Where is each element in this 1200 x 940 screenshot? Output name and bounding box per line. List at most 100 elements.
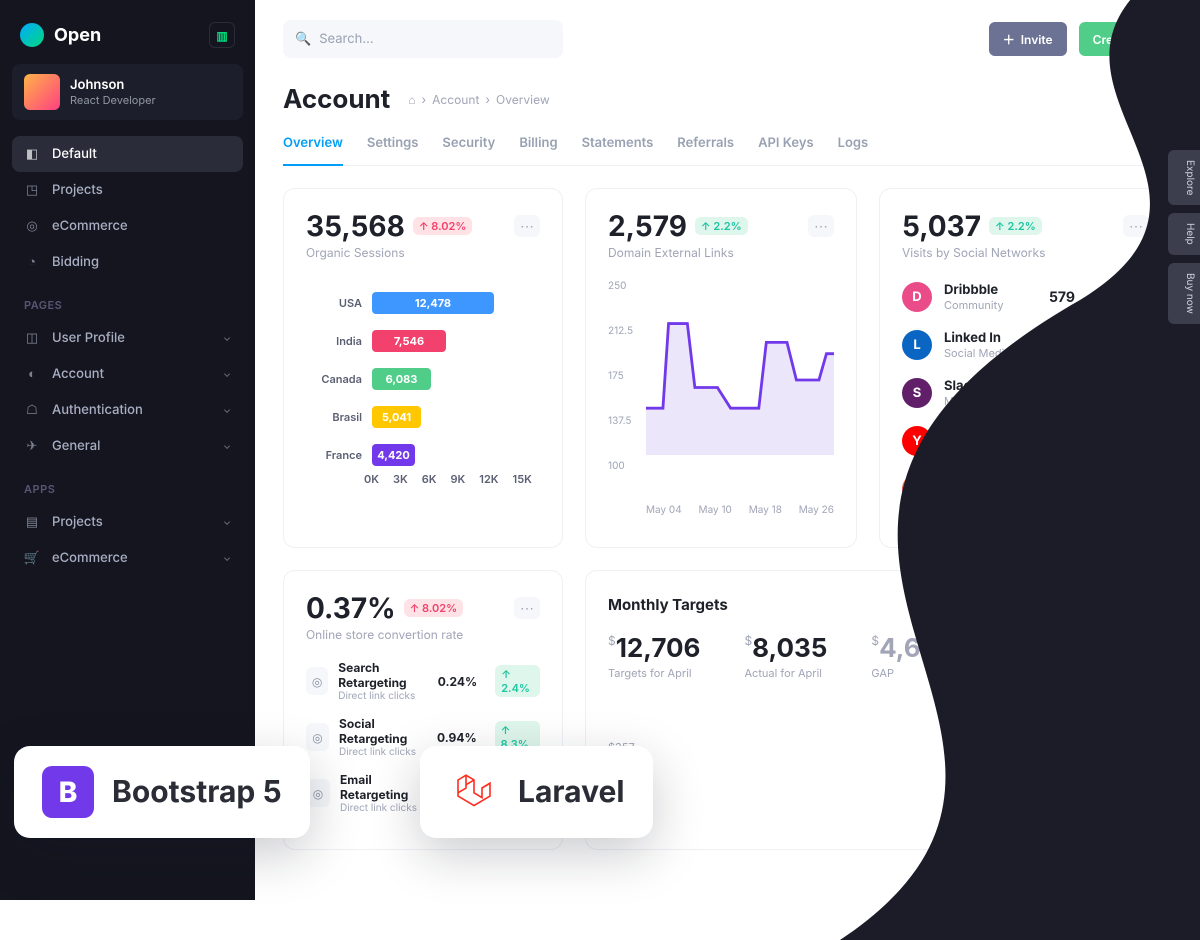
bar-row: India7,546 [306,330,540,352]
date-range-label: 18 Jan 2023 - 16 Feb 2023 [980,597,1119,611]
product-card-bootstrap: B Bootstrap 5 [14,746,310,838]
tab-overview[interactable]: Overview [283,125,343,165]
axis-tick: 3K [393,472,408,486]
tab-referrals[interactable]: Referrals [677,125,734,165]
kpi-delta: ↑ 4.5% [960,644,1013,662]
kpi-value: 4,684 [879,633,955,664]
plus-icon: ＋ [1003,31,1015,48]
date-range-picker[interactable]: 18 Jan 2023 - 16 Feb 2023 🗓 [970,591,1149,617]
card-menu-button[interactable]: ⋯ [514,597,540,619]
calendar-icon: 🗓 [1125,597,1139,611]
brand-widget-icon[interactable]: ▥ [209,22,235,48]
social-icon: Y [902,426,932,456]
rail-explore[interactable]: Explore [1168,150,1200,205]
retarget-icon: ◎ [306,667,328,695]
tab-api-keys[interactable]: API Keys [758,125,814,165]
brand-logo-icon [20,23,44,47]
social-row: DDribbbleCommunity579↑ 2.6% [902,282,1149,312]
axis-tick: 9K [451,472,466,486]
sidebar-item-default[interactable]: ◧ Default [12,136,243,172]
social-row: IInstagramSocial Network1,458↑ 8.3% [902,474,1149,504]
social-row: SSlackMessanger794↑ 0.2% [902,378,1149,408]
kpi: $4,684 ↑ 4.5%GAP [871,633,1012,680]
sidebar-item-general[interactable]: ✈ General ⌄ [12,428,243,464]
tab-logs[interactable]: Logs [838,125,869,165]
bar: 6,083 [372,368,431,390]
create-app-button[interactable]: Create App [1079,22,1172,56]
sidebar-item-ecommerce[interactable]: ◎ eCommerce [12,208,243,244]
kpi: $12,706Targets for April [608,633,700,680]
rail-help[interactable]: Help [1168,213,1200,255]
home-icon[interactable]: ⌂ [408,92,415,107]
card-domain-links: 2,579 ↑ 2.2% ⋯ Domain External Links 250… [585,188,857,548]
breadcrumb-account[interactable]: Account [432,92,479,107]
search-input[interactable]: 🔍 Search… [283,20,563,58]
social-name: Slack [944,378,1002,394]
tab-settings[interactable]: Settings [367,125,419,165]
sidebar-item-user-profile[interactable]: ◫ User Profile ⌄ [12,320,243,356]
tab-statements[interactable]: Statements [582,125,654,165]
y-tick: 250 [608,280,627,292]
ecommerce-icon: ◎ [24,218,40,234]
social-icon: L [902,330,932,360]
sidebar-item-projects[interactable]: ◳ Projects [12,172,243,208]
bar: 7,546 [372,330,446,352]
user-icon: ◫ [24,330,40,346]
sidebar-item-label: Projects [52,182,103,198]
page-title: Account [283,84,390,115]
x-tick: May 18 [749,504,782,516]
domain-label: Domain External Links [608,245,834,260]
kpi-label: GAP [871,666,1012,680]
kpi-value: 12,706 [616,633,701,664]
social-sub: Community [944,298,1004,312]
sidebar-item-authentication[interactable]: ☖ Authentication ⌄ [12,392,243,428]
conversion-pct: 0.24% [438,674,477,689]
invite-button[interactable]: ＋ Invite [989,22,1067,56]
bar: 4,420 [372,444,415,466]
retarget-icon: ◎ [306,723,329,751]
bar: 12,478 [372,292,494,314]
sidebar-item-bidding[interactable]: ◔ Bidding [12,244,243,280]
projects-icon: ▤ [24,514,40,530]
social-icon: S [902,378,932,408]
card-menu-button[interactable]: ⋯ [1123,215,1149,237]
sidebar-item-app-projects[interactable]: ▤ Projects ⌄ [12,504,243,540]
search-icon: 🔍 [295,31,311,47]
user-card[interactable]: Johnson React Developer [12,64,243,120]
card-social-visits: 5,037 ↑ 2.2% ⋯ Visits by Social Networks… [879,188,1172,548]
sidebar-item-label: General [52,438,100,454]
brand[interactable]: Open ▥ [12,16,243,64]
user-name: Johnson [70,77,156,93]
social-delta: ↑ 0.2% [1096,386,1149,404]
bootstrap-icon: B [42,766,94,818]
social-delta: ↑ 2.6% [1096,290,1149,308]
card-menu-button[interactable]: ⋯ [808,215,834,237]
targets-mini-value: $357 [608,740,1149,754]
bar-row: USA 12,478 [306,292,540,314]
conversion-row: ◎Search RetargetingDirect link clicks0.2… [306,660,540,702]
topbar: 🔍 Search… ＋ Invite Create App [283,20,1172,58]
store-label: Online store convertion rate [306,627,540,642]
conversion-pct: 0.94% [437,730,477,745]
rail-buy-now[interactable]: Buy now [1168,263,1200,324]
social-delta: ↑ 8.3% [1096,482,1149,500]
card-organic-sessions: 35,568 ↑ 8.02% ⋯ Organic Sessions USA12,… [283,188,563,548]
tab-billing[interactable]: Billing [519,125,557,165]
laravel-icon [448,766,500,818]
conversion-sub: Direct link clicks [338,690,427,702]
sidebar-item-account[interactable]: ◐ Account ⌄ [12,356,243,392]
conversion-name: Social Retargeting [339,716,427,746]
tab-security[interactable]: Security [442,125,495,165]
social-name: YouTube [944,426,1020,442]
bar-label: USA [306,296,362,310]
bar-row: Canada6,083 [306,368,540,390]
card-menu-button[interactable]: ⋯ [514,215,540,237]
sidebar-item-app-ecommerce[interactable]: 🛒 eCommerce ⌄ [12,540,243,576]
kpi: $8,035Actual for April [744,633,827,680]
kpi-value: 8,035 [752,633,827,664]
brand-name: Open [54,25,101,46]
chevron-down-icon: ⌄ [223,368,231,380]
store-value: 0.37% [306,591,396,625]
section-pages: PAGES [12,280,243,320]
create-label: Create App [1093,32,1158,47]
